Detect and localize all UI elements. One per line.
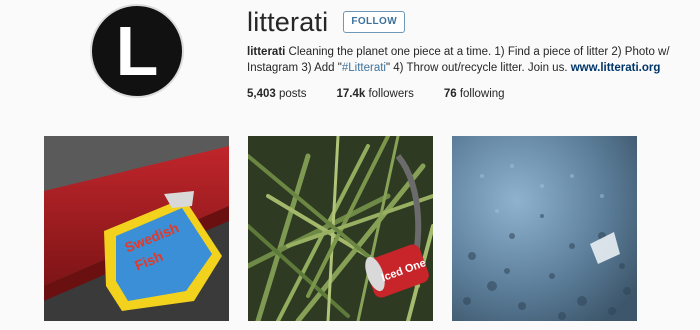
posts-label: posts xyxy=(275,88,307,100)
post-thumbnail-2[interactable]: Iced One xyxy=(248,136,433,321)
profile-page: L litterati FOLLOW litterati Cleaning th… xyxy=(0,0,700,330)
litter-soda-can-photo: Iced One xyxy=(248,136,433,321)
title-row: litterati FOLLOW xyxy=(247,0,687,44)
posts-count: 5,403 xyxy=(247,88,276,100)
bio-text-2: " 4) Throw out/recycle litter. Join us. xyxy=(385,62,571,74)
followers-label: followers xyxy=(365,88,414,100)
following-label: following xyxy=(456,88,505,100)
following-count: 76 xyxy=(443,88,457,100)
profile-stats: 5,403 posts 17.4k followers 76 following xyxy=(247,88,687,100)
profile-header: litterati FOLLOW litterati Cleaning the … xyxy=(247,0,687,101)
litter-gravel-photo xyxy=(452,136,637,321)
following-stat[interactable]: 76 following xyxy=(444,88,505,100)
username: litterati xyxy=(247,6,329,37)
post-thumbnail-1[interactable]: Swedish Fish xyxy=(44,136,229,321)
website-link[interactable]: www.litterati.org xyxy=(571,62,661,74)
followers-count: 17.4k xyxy=(336,88,366,100)
avatar[interactable]: L xyxy=(90,4,184,98)
followers-stat[interactable]: 17.4k followers xyxy=(336,88,413,100)
bio-name: litterati xyxy=(247,46,286,58)
follow-button[interactable]: FOLLOW xyxy=(343,11,406,33)
bio: litterati Cleaning the planet one piece … xyxy=(247,44,687,76)
hashtag-link[interactable]: #Litterati xyxy=(342,62,386,74)
avatar-logo-letter: L xyxy=(115,12,159,90)
post-thumbnail-3[interactable] xyxy=(452,136,637,321)
posts-stat: 5,403 posts xyxy=(247,88,306,100)
litter-candy-wrapper-photo: Swedish Fish xyxy=(44,136,229,321)
